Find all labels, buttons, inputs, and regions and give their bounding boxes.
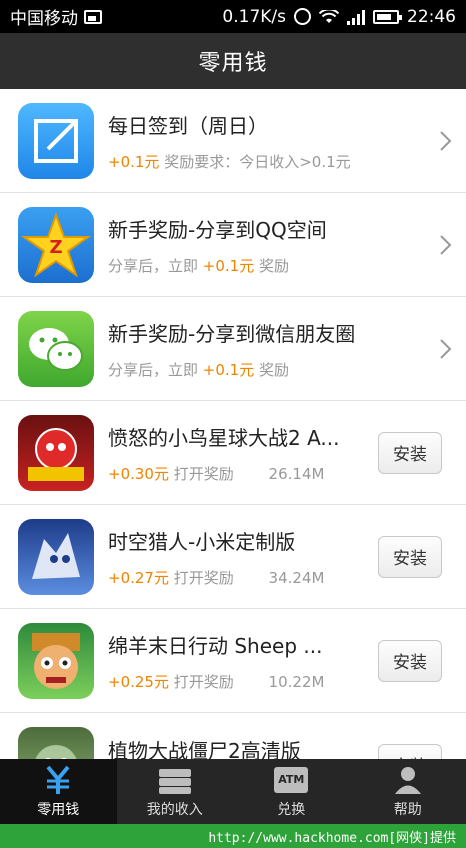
item-title: 时空猎人-小米定制版 (108, 529, 296, 554)
watermark-text: http://www.hackhome.com[网侠]提供 (0, 824, 466, 848)
file-size: 34.24M (268, 568, 325, 587)
list-item-daily-checkin[interactable]: 每日签到（周日） +0.1元 奖励要求：今日收入>0.1元 (0, 89, 466, 193)
checkin-icon (18, 102, 94, 179)
task-list[interactable]: 每日签到（周日） +0.1元 奖励要求：今日收入>0.1元 Z 新手奖励-分享到… (0, 89, 466, 759)
list-item-share-wechat[interactable]: 新手奖励-分享到微信朋友圈 分享后，立即 +0.1元 奖励 (0, 297, 466, 401)
chevron-right-icon (426, 234, 466, 256)
item-title: 每日签到（周日） (108, 113, 268, 138)
reward-amount: +0.1元 (202, 360, 255, 379)
wifi-icon (319, 9, 339, 23)
reward-amount: +0.1元 (202, 256, 255, 275)
list-item-app-time-hunter[interactable]: 时空猎人-小米定制版 +0.27元 打开奖励 34.24M 安装 (0, 505, 466, 609)
battery-icon (373, 9, 402, 24)
reward-detail: 打开奖励 (173, 464, 234, 483)
item-title: 新手奖励-分享到QQ空间 (108, 217, 327, 242)
time-hunter-icon (18, 518, 94, 595)
chevron-right-icon (426, 130, 466, 152)
status-bar: 中国移动 0.17K/s 22:46 (0, 0, 466, 33)
item-title: 植物大战僵尸2高清版 (108, 739, 301, 759)
reward-amount: +0.30元 (108, 464, 169, 483)
alarm-icon (294, 8, 311, 25)
tab-label: 兑换 (277, 801, 306, 818)
tab-help[interactable]: 帮助 (350, 759, 466, 824)
network-speed: 0.17K/s (222, 6, 286, 27)
tab-pocket-money[interactable]: 零用钱 (0, 759, 117, 824)
item-title: 新手奖励-分享到微信朋友圈 (108, 321, 356, 346)
install-button[interactable]: 安装 (378, 743, 442, 759)
svg-text:Z: Z (49, 237, 62, 258)
reward-prefix: 分享后，立即 (108, 256, 199, 275)
reward-amount: +0.25元 (108, 672, 169, 691)
install-button[interactable]: 安装 (378, 639, 442, 682)
reward-detail: 打开奖励 (173, 568, 234, 587)
clock: 22:46 (407, 6, 456, 27)
pvz-icon (18, 726, 94, 759)
install-button[interactable]: 安装 (378, 535, 442, 578)
wechat-icon (18, 310, 94, 387)
file-size: 26.14M (268, 464, 325, 483)
reward-detail: 打开奖励 (173, 672, 234, 691)
list-item-app-sheep[interactable]: 绵羊末日行动 Sheep ... +0.25元 打开奖励 10.22M 安装 (0, 609, 466, 713)
qzone-icon: Z (18, 206, 94, 283)
tab-label: 零用钱 (37, 801, 80, 818)
signal-icon (347, 9, 365, 25)
atm-icon-text: ATM (274, 766, 309, 793)
tab-exchange[interactable]: ATM 兑换 (233, 759, 350, 824)
page-title: 零用钱 (0, 33, 466, 89)
reward-amount: +0.27元 (108, 568, 169, 587)
file-size: 10.22M (268, 672, 325, 691)
tab-label: 我的收入 (146, 801, 203, 818)
list-item-app-pvz[interactable]: 植物大战僵尸2高清版 安装 (0, 713, 466, 759)
yen-icon (39, 765, 77, 795)
list-item-share-qzone[interactable]: Z 新手奖励-分享到QQ空间 分享后，立即 +0.1元 奖励 (0, 193, 466, 297)
sheep-icon (18, 622, 94, 699)
reward-detail: 奖励 (259, 360, 290, 379)
reward-prefix: 分享后，立即 (108, 360, 199, 379)
cards-icon (156, 765, 194, 795)
angry-birds-icon (18, 414, 94, 491)
bottom-tab-bar: 零用钱 我的收入 ATM 兑换 帮助 (0, 759, 466, 824)
chevron-right-icon (426, 338, 466, 360)
reward-detail: 奖励要求：今日收入>0.1元 (164, 152, 351, 171)
install-button[interactable]: 安装 (378, 431, 442, 474)
reward-amount: +0.1元 (108, 152, 160, 171)
item-title: 绵羊末日行动 Sheep ... (108, 633, 323, 658)
tab-my-income[interactable]: 我的收入 (117, 759, 234, 824)
tab-label: 帮助 (393, 801, 422, 818)
image-notification-icon (84, 9, 102, 24)
list-item-app-angry-birds[interactable]: 愤怒的小鸟星球大战2 A... +0.30元 打开奖励 26.14M 安装 (0, 401, 466, 505)
reward-detail: 奖励 (259, 256, 290, 275)
person-icon (389, 765, 427, 795)
atm-icon: ATM (272, 765, 310, 795)
carrier-label: 中国移动 (10, 9, 78, 29)
item-title: 愤怒的小鸟星球大战2 A... (108, 425, 340, 450)
